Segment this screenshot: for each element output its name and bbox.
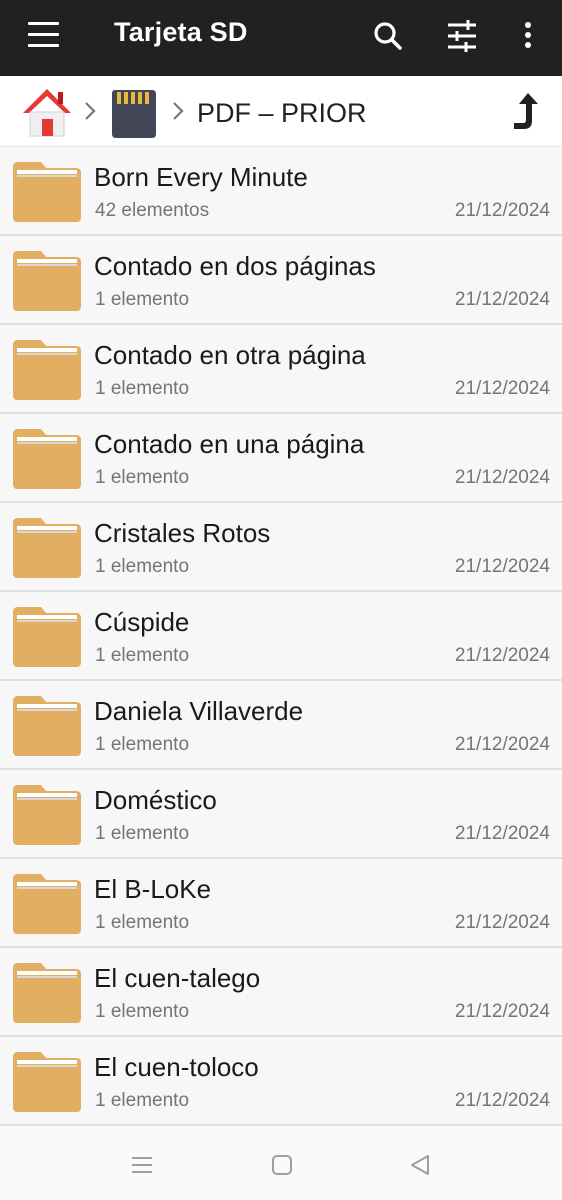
folder-row[interactable]: Contado en dos páginas 1 elemento 21/12/20…: [0, 236, 562, 325]
folder-icon: [11, 693, 83, 757]
folder-date: 21/12/2024: [454, 823, 550, 844]
folder-name: El B-LoKe: [94, 874, 212, 904]
chevron-right-icon: [170, 100, 186, 122]
folder-date: 21/12/2024: [454, 556, 550, 577]
folder-icon: [11, 248, 83, 312]
app-bar: Tarjeta SD: [0, 0, 562, 76]
folder-row[interactable]: Contado en otra página 1 elemento 21/12/20…: [0, 325, 562, 414]
folder-date: 21/12/2024: [454, 467, 550, 488]
folder-date: 21/12/2024: [454, 734, 550, 755]
folder-date: 21/12/2024: [454, 912, 550, 933]
folder-item-count: 1 elemento: [95, 912, 190, 933]
folder-row[interactable]: Contado en una página 1 elemento 21/12/202…: [0, 414, 562, 503]
sliders-icon[interactable]: [440, 14, 484, 58]
folder-item-count: 1 elemento: [95, 556, 190, 577]
hamburger-menu-icon[interactable]: [28, 22, 60, 48]
folder-row[interactable]: El cuen-toloco 1 elemento 21/12/2024: [0, 1037, 562, 1126]
folder-name: Contado en otra página: [94, 340, 366, 370]
folder-name: Contado en dos páginas: [94, 251, 376, 281]
folder-icon: [11, 782, 83, 846]
folder-item-count: 42 elementos: [95, 200, 210, 221]
folder-name: El cuen-talego: [94, 963, 261, 993]
app-title: Tarjeta SD: [114, 17, 248, 47]
sd-card-icon[interactable]: [108, 86, 160, 138]
folder-list: Born Every Minute 42 elementos 21/12/2024 C…: [0, 147, 562, 1126]
folder-row[interactable]: El cuen-talego 1 elemento 21/12/2024: [0, 948, 562, 1037]
folder-item-count: 1 elemento: [95, 289, 190, 310]
more-vertical-icon[interactable]: [506, 14, 550, 58]
breadcrumb-current-folder[interactable]: PDF – PRIOR: [197, 98, 367, 129]
folder-name: El cuen-toloco: [94, 1052, 259, 1082]
folder-icon: [11, 871, 83, 935]
folder-date: 21/12/2024: [454, 378, 550, 399]
folder-row[interactable]: El B-LoKe 1 elemento 21/12/2024: [0, 859, 562, 948]
folder-item-count: 1 elemento: [95, 1090, 190, 1111]
folder-date: 21/12/2024: [454, 1001, 550, 1022]
folder-name: Cristales Rotos: [94, 518, 271, 548]
folder-item-count: 1 elemento: [95, 467, 190, 488]
home-icon[interactable]: [20, 86, 74, 138]
folder-item-count: 1 elemento: [95, 734, 190, 755]
home-nav-icon[interactable]: [270, 1154, 294, 1176]
folder-icon: [11, 960, 83, 1024]
folder-icon: [11, 337, 83, 401]
folder-row[interactable]: Cúspide 1 elemento 21/12/2024: [0, 592, 562, 681]
folder-icon: [11, 604, 83, 668]
up-arrow-icon[interactable]: [508, 89, 544, 133]
system-navigation-bar: [0, 1130, 562, 1200]
folder-row[interactable]: Born Every Minute 42 elementos 21/12/2024: [0, 147, 562, 236]
search-icon[interactable]: [366, 14, 410, 58]
folder-name: Contado en una página: [94, 429, 365, 459]
folder-item-count: 1 elemento: [95, 1001, 190, 1022]
folder-row[interactable]: Cristales Rotos 1 elemento 21/12/2024: [0, 503, 562, 592]
folder-icon: [11, 426, 83, 490]
recent-apps-icon[interactable]: [130, 1154, 154, 1176]
folder-icon: [11, 1049, 83, 1113]
folder-name: Daniela Villaverde: [94, 696, 304, 726]
folder-icon: [11, 515, 83, 579]
breadcrumb: PDF – PRIOR: [0, 76, 562, 148]
folder-row[interactable]: Doméstico 1 elemento 21/12/2024: [0, 770, 562, 859]
folder-name: Cúspide: [94, 607, 190, 637]
back-icon[interactable]: [408, 1154, 432, 1176]
folder-date: 21/12/2024: [454, 200, 550, 221]
folder-item-count: 1 elemento: [95, 645, 190, 666]
folder-row[interactable]: Daniela Villaverde 1 elemento 21/12/2024: [0, 681, 562, 770]
folder-item-count: 1 elemento: [95, 378, 190, 399]
chevron-right-icon: [82, 100, 98, 122]
folder-icon: [11, 159, 83, 223]
folder-item-count: 1 elemento: [95, 823, 190, 844]
folder-name: Born Every Minute: [94, 162, 308, 192]
folder-date: 21/12/2024: [454, 645, 550, 666]
folder-name: Doméstico: [94, 785, 217, 815]
folder-date: 21/12/2024: [454, 289, 550, 310]
folder-date: 21/12/2024: [454, 1090, 550, 1111]
